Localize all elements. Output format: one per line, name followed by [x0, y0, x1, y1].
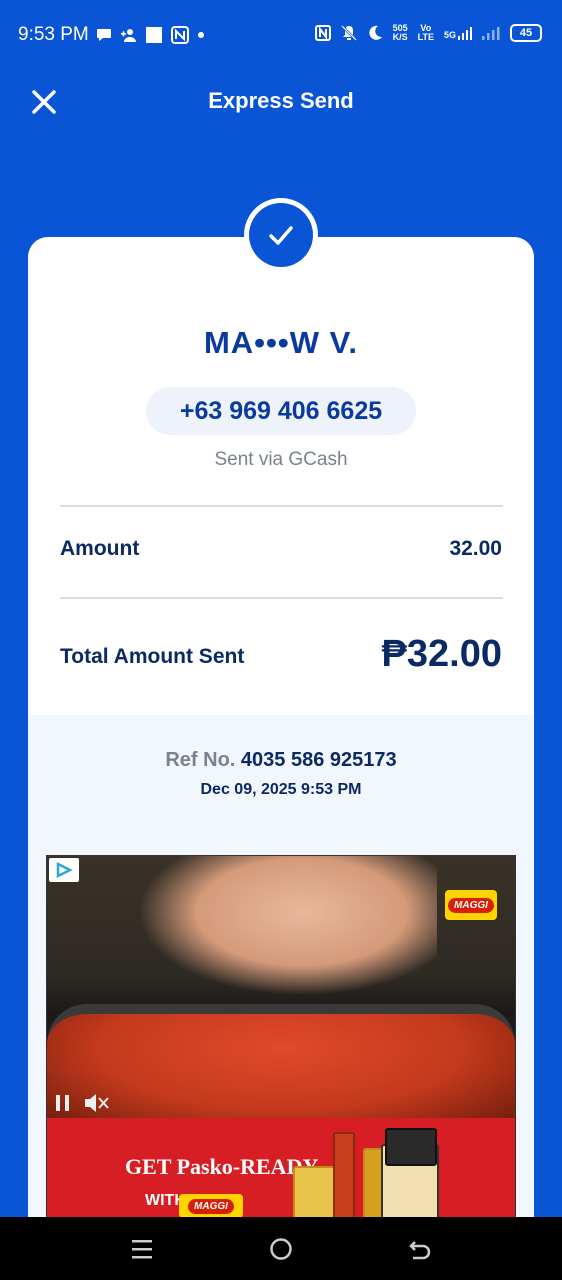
- signal-icon: [458, 27, 472, 40]
- status-time: 9:53 PM: [18, 24, 89, 45]
- app-notification-icon: [171, 26, 189, 44]
- amount-value: 32.00: [449, 537, 502, 560]
- back-button[interactable]: [406, 1235, 434, 1263]
- divider: [60, 505, 503, 507]
- sent-via-label: Sent via GCash: [214, 449, 348, 470]
- menu-icon: [132, 1240, 152, 1259]
- recipient-name: MA•••W V.: [203, 325, 359, 360]
- video-controls: [53, 1092, 109, 1114]
- ref-number: 4035 586 925173: [240, 749, 397, 771]
- net-speed: 505 K/S: [392, 23, 408, 42]
- reference-section: Ref No. 4035 586 925173 Dec 09, 2025 9:5…: [28, 715, 534, 1237]
- ad-banner[interactable]: MAGGI GET Pasko-READY WITH MAGGI: [46, 855, 516, 1237]
- home-button[interactable]: [267, 1235, 295, 1263]
- signal-weak-icon: [482, 27, 500, 40]
- maggi-logo: MAGGI: [445, 890, 497, 920]
- dot-icon: [198, 32, 204, 38]
- ref-label: Ref No.: [165, 749, 236, 771]
- chat-icon: [97, 29, 111, 41]
- page-title: Express Send: [208, 88, 354, 113]
- recent-apps-button[interactable]: [128, 1235, 156, 1263]
- amount-label: Amount: [60, 537, 140, 560]
- status-right-icons: 505 K/S Vo LTE 5G 45: [314, 23, 542, 42]
- pause-icon[interactable]: [53, 1093, 73, 1113]
- notification-icons: [96, 26, 204, 44]
- volte-indicator: Vo LTE: [417, 23, 434, 42]
- total-label: Total Amount Sent: [60, 645, 245, 668]
- divider: [60, 597, 503, 599]
- ad-video[interactable]: MAGGI: [47, 856, 515, 1128]
- mute-icon: [340, 25, 357, 41]
- receipt-card: MA•••W V. +63 969 406 6625 Sent via GCas…: [28, 237, 534, 1237]
- total-value: ₱32.00: [381, 633, 502, 675]
- transaction-date: Dec 09, 2025 9:53 PM: [200, 781, 362, 798]
- moon-icon: [369, 25, 382, 40]
- battery-icon: 45: [510, 24, 542, 42]
- header: Express Send: [0, 58, 562, 148]
- back-icon: [409, 1241, 431, 1260]
- status-bar: 9:53 PM 505 K/S Vo LTE 5G 45: [0, 0, 562, 58]
- maggi-logo: MAGGI: [179, 1194, 243, 1218]
- check-icon: [269, 226, 293, 245]
- mute-icon[interactable]: [83, 1092, 109, 1114]
- reference-line: Ref No. 4035 586 925173: [28, 749, 534, 772]
- square-icon: [146, 27, 162, 43]
- recipient-phone: +63 969 406 6625: [146, 387, 416, 435]
- person-add-icon: [121, 29, 136, 42]
- home-circle-icon: [270, 1238, 292, 1260]
- product-tablet: [385, 1128, 437, 1166]
- ad-headline: GET Pasko-READY: [125, 1154, 319, 1179]
- success-badge: [244, 198, 318, 272]
- nfc-icon: [314, 25, 331, 41]
- navigation-bar: [0, 1217, 562, 1280]
- pot-image: [47, 1004, 515, 1128]
- hand-image: [137, 856, 437, 996]
- signal-5g: 5G: [444, 26, 472, 40]
- ad-choices-icon[interactable]: [49, 858, 79, 882]
